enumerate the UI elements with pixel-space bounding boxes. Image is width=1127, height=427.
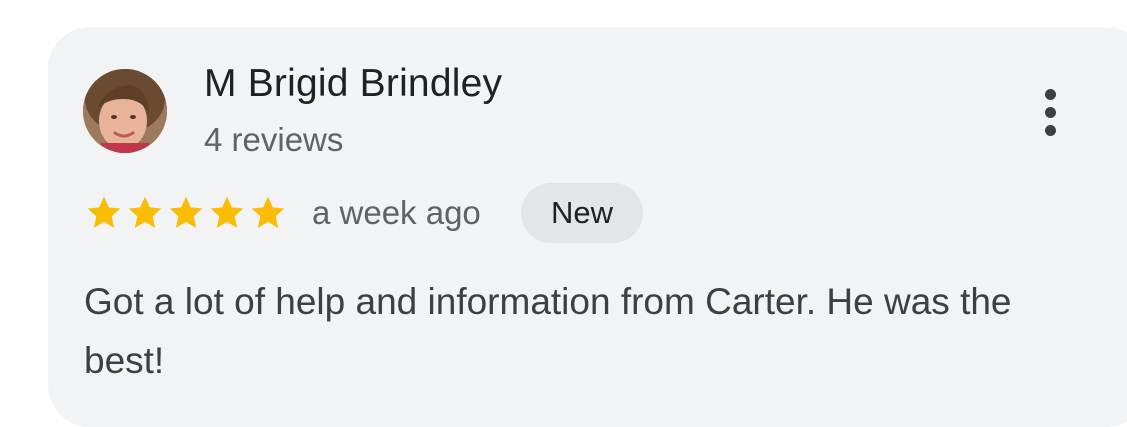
star-icon (87, 196, 121, 228)
reviewer-review-count: 4 reviews (204, 121, 344, 158)
review-text: Got a lot of help and information from C… (84, 281, 1012, 381)
star-icon (210, 196, 244, 228)
star-icon (251, 196, 285, 228)
more-options-button[interactable] (1026, 80, 1074, 144)
reviewer-name[interactable]: M Brigid Brindley (204, 62, 502, 106)
star-rating (84, 193, 288, 233)
star-icon (169, 196, 203, 228)
reviewer-avatar[interactable] (83, 69, 167, 153)
review-timestamp: a week ago (312, 194, 481, 231)
star-icon (128, 196, 162, 228)
new-badge: New (521, 183, 643, 243)
more-vert-icon (1044, 88, 1056, 100)
